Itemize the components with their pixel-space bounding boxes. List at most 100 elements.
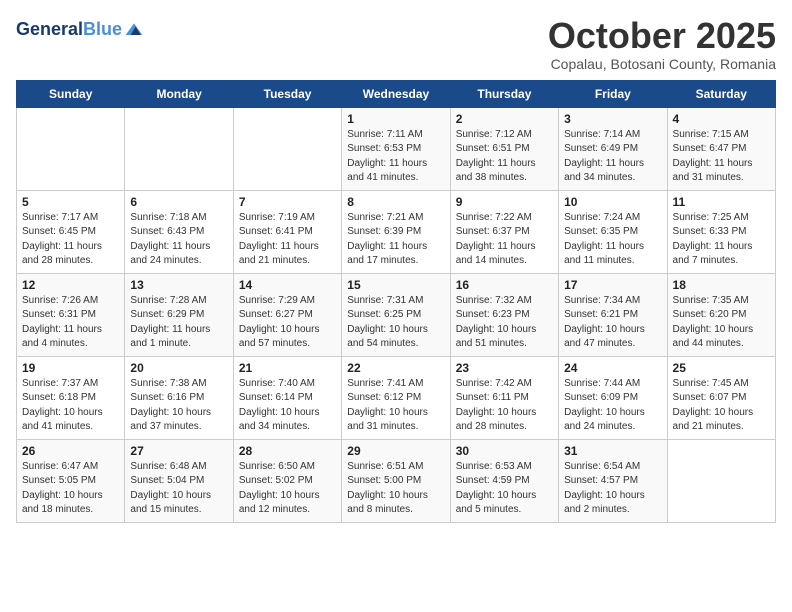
day-info: Sunrise: 6:48 AM Sunset: 5:04 PM Dayligh… bbox=[130, 460, 227, 518]
day-info: Sunrise: 7:35 AM Sunset: 6:20 PM Dayligh… bbox=[673, 294, 770, 352]
calendar-cell: 18 Sunrise: 7:35 AM Sunset: 6:20 PM Dayli… bbox=[667, 273, 775, 356]
day-number: 4 bbox=[673, 112, 770, 126]
title-area: October 2025 Copalau, Botosani County, R… bbox=[548, 16, 776, 72]
day-number: 25 bbox=[673, 361, 770, 375]
day-number: 23 bbox=[456, 361, 553, 375]
day-info: Sunrise: 7:42 AM Sunset: 6:11 PM Dayligh… bbox=[456, 377, 553, 435]
calendar-cell: 31 Sunrise: 6:54 AM Sunset: 4:57 PM Dayli… bbox=[559, 439, 667, 522]
day-info: Sunrise: 7:28 AM Sunset: 6:29 PM Dayligh… bbox=[130, 294, 227, 352]
calendar-week-row: 5 Sunrise: 7:17 AM Sunset: 6:45 PM Daylig… bbox=[17, 190, 776, 273]
day-info: Sunrise: 7:44 AM Sunset: 6:09 PM Dayligh… bbox=[564, 377, 661, 435]
day-number: 11 bbox=[673, 195, 770, 209]
day-info: Sunrise: 7:25 AM Sunset: 6:33 PM Dayligh… bbox=[673, 211, 770, 269]
day-number: 1 bbox=[347, 112, 444, 126]
calendar-cell: 20Sunrise: 7:38 AM Sunset: 6:16 PM Dayli… bbox=[125, 356, 233, 439]
weekday-header-cell: Sunday bbox=[17, 80, 125, 107]
day-number: 22 bbox=[347, 361, 444, 375]
day-number: 5 bbox=[22, 195, 119, 209]
calendar-cell: 2 Sunrise: 7:12 AM Sunset: 6:51 PM Daylig… bbox=[450, 107, 558, 190]
calendar-cell: 30Sunrise: 6:53 AM Sunset: 4:59 PM Dayli… bbox=[450, 439, 558, 522]
weekday-header-cell: Saturday bbox=[667, 80, 775, 107]
day-number: 14 bbox=[239, 278, 336, 292]
calendar-cell: 22Sunrise: 7:41 AM Sunset: 6:12 PM Dayli… bbox=[342, 356, 450, 439]
calendar-cell: 8 Sunrise: 7:21 AM Sunset: 6:39 PM Daylig… bbox=[342, 190, 450, 273]
day-number: 9 bbox=[456, 195, 553, 209]
day-number: 17 bbox=[564, 278, 661, 292]
calendar-cell: 3 Sunrise: 7:14 AM Sunset: 6:49 PM Daylig… bbox=[559, 107, 667, 190]
day-info: Sunrise: 7:12 AM Sunset: 6:51 PM Dayligh… bbox=[456, 128, 553, 186]
logo: GeneralBlue bbox=[16, 20, 144, 40]
calendar-cell: 26 Sunrise: 6:47 AM Sunset: 5:05 PM Dayli… bbox=[17, 439, 125, 522]
day-info: Sunrise: 7:32 AM Sunset: 6:23 PM Dayligh… bbox=[456, 294, 553, 352]
calendar-cell: 21 Sunrise: 7:40 AM Sunset: 6:14 PM Dayli… bbox=[233, 356, 341, 439]
day-info: Sunrise: 7:18 AM Sunset: 6:43 PM Dayligh… bbox=[130, 211, 227, 269]
calendar-cell: 11 Sunrise: 7:25 AM Sunset: 6:33 PM Dayli… bbox=[667, 190, 775, 273]
day-info: Sunrise: 7:22 AM Sunset: 6:37 PM Dayligh… bbox=[456, 211, 553, 269]
day-info: Sunrise: 6:53 AM Sunset: 4:59 PM Dayligh… bbox=[456, 460, 553, 518]
day-info: Sunrise: 7:24 AM Sunset: 6:35 PM Dayligh… bbox=[564, 211, 661, 269]
calendar-week-row: 26 Sunrise: 6:47 AM Sunset: 5:05 PM Dayli… bbox=[17, 439, 776, 522]
weekday-header-cell: Tuesday bbox=[233, 80, 341, 107]
day-info: Sunrise: 7:21 AM Sunset: 6:39 PM Dayligh… bbox=[347, 211, 444, 269]
day-number: 26 bbox=[22, 444, 119, 458]
day-info: Sunrise: 7:29 AM Sunset: 6:27 PM Dayligh… bbox=[239, 294, 336, 352]
day-number: 29 bbox=[347, 444, 444, 458]
calendar-cell: 27 Sunrise: 6:48 AM Sunset: 5:04 PM Dayli… bbox=[125, 439, 233, 522]
subtitle: Copalau, Botosani County, Romania bbox=[548, 56, 776, 72]
day-info: Sunrise: 7:40 AM Sunset: 6:14 PM Dayligh… bbox=[239, 377, 336, 435]
logo-text: GeneralBlue bbox=[16, 20, 122, 40]
day-number: 24 bbox=[564, 361, 661, 375]
calendar-cell: 13 Sunrise: 7:28 AM Sunset: 6:29 PM Dayli… bbox=[125, 273, 233, 356]
day-number: 18 bbox=[673, 278, 770, 292]
calendar-cell: 6 Sunrise: 7:18 AM Sunset: 6:43 PM Daylig… bbox=[125, 190, 233, 273]
day-number: 8 bbox=[347, 195, 444, 209]
day-info: Sunrise: 7:19 AM Sunset: 6:41 PM Dayligh… bbox=[239, 211, 336, 269]
day-info: Sunrise: 7:14 AM Sunset: 6:49 PM Dayligh… bbox=[564, 128, 661, 186]
calendar-cell: 1Sunrise: 7:11 AM Sunset: 6:53 PM Daylig… bbox=[342, 107, 450, 190]
calendar-cell: 15Sunrise: 7:31 AM Sunset: 6:25 PM Dayli… bbox=[342, 273, 450, 356]
calendar-cell: 17 Sunrise: 7:34 AM Sunset: 6:21 PM Dayli… bbox=[559, 273, 667, 356]
calendar-cell: 10 Sunrise: 7:24 AM Sunset: 6:35 PM Dayli… bbox=[559, 190, 667, 273]
weekday-header-cell: Monday bbox=[125, 80, 233, 107]
day-info: Sunrise: 6:50 AM Sunset: 5:02 PM Dayligh… bbox=[239, 460, 336, 518]
day-number: 28 bbox=[239, 444, 336, 458]
calendar-cell: 29Sunrise: 6:51 AM Sunset: 5:00 PM Dayli… bbox=[342, 439, 450, 522]
calendar-cell: 28 Sunrise: 6:50 AM Sunset: 5:02 PM Dayli… bbox=[233, 439, 341, 522]
day-number: 16 bbox=[456, 278, 553, 292]
day-number: 2 bbox=[456, 112, 553, 126]
calendar-cell bbox=[233, 107, 341, 190]
day-info: Sunrise: 6:54 AM Sunset: 4:57 PM Dayligh… bbox=[564, 460, 661, 518]
day-info: Sunrise: 7:15 AM Sunset: 6:47 PM Dayligh… bbox=[673, 128, 770, 186]
calendar-body: 1Sunrise: 7:11 AM Sunset: 6:53 PM Daylig… bbox=[17, 107, 776, 522]
calendar-cell: 12Sunrise: 7:26 AM Sunset: 6:31 PM Dayli… bbox=[17, 273, 125, 356]
weekday-header-cell: Friday bbox=[559, 80, 667, 107]
day-number: 15 bbox=[347, 278, 444, 292]
day-number: 27 bbox=[130, 444, 227, 458]
calendar-table: SundayMondayTuesdayWednesdayThursdayFrid… bbox=[16, 80, 776, 523]
calendar-cell: 4 Sunrise: 7:15 AM Sunset: 6:47 PM Daylig… bbox=[667, 107, 775, 190]
calendar-cell: 16 Sunrise: 7:32 AM Sunset: 6:23 PM Dayli… bbox=[450, 273, 558, 356]
day-number: 6 bbox=[130, 195, 227, 209]
calendar-week-row: 19Sunrise: 7:37 AM Sunset: 6:18 PM Dayli… bbox=[17, 356, 776, 439]
calendar-cell: 5 Sunrise: 7:17 AM Sunset: 6:45 PM Daylig… bbox=[17, 190, 125, 273]
day-number: 3 bbox=[564, 112, 661, 126]
calendar-cell bbox=[17, 107, 125, 190]
calendar-cell bbox=[125, 107, 233, 190]
logo-icon bbox=[124, 20, 144, 40]
day-number: 20 bbox=[130, 361, 227, 375]
day-info: Sunrise: 7:17 AM Sunset: 6:45 PM Dayligh… bbox=[22, 211, 119, 269]
calendar-cell: 9 Sunrise: 7:22 AM Sunset: 6:37 PM Daylig… bbox=[450, 190, 558, 273]
calendar-cell: 14 Sunrise: 7:29 AM Sunset: 6:27 PM Dayli… bbox=[233, 273, 341, 356]
day-info: Sunrise: 7:34 AM Sunset: 6:21 PM Dayligh… bbox=[564, 294, 661, 352]
calendar-week-row: 1Sunrise: 7:11 AM Sunset: 6:53 PM Daylig… bbox=[17, 107, 776, 190]
day-info: Sunrise: 7:37 AM Sunset: 6:18 PM Dayligh… bbox=[22, 377, 119, 435]
day-number: 13 bbox=[130, 278, 227, 292]
calendar-cell: 24 Sunrise: 7:44 AM Sunset: 6:09 PM Dayli… bbox=[559, 356, 667, 439]
day-number: 10 bbox=[564, 195, 661, 209]
day-number: 12 bbox=[22, 278, 119, 292]
day-number: 21 bbox=[239, 361, 336, 375]
calendar-cell: 7 Sunrise: 7:19 AM Sunset: 6:41 PM Daylig… bbox=[233, 190, 341, 273]
day-number: 7 bbox=[239, 195, 336, 209]
day-info: Sunrise: 6:47 AM Sunset: 5:05 PM Dayligh… bbox=[22, 460, 119, 518]
day-number: 31 bbox=[564, 444, 661, 458]
